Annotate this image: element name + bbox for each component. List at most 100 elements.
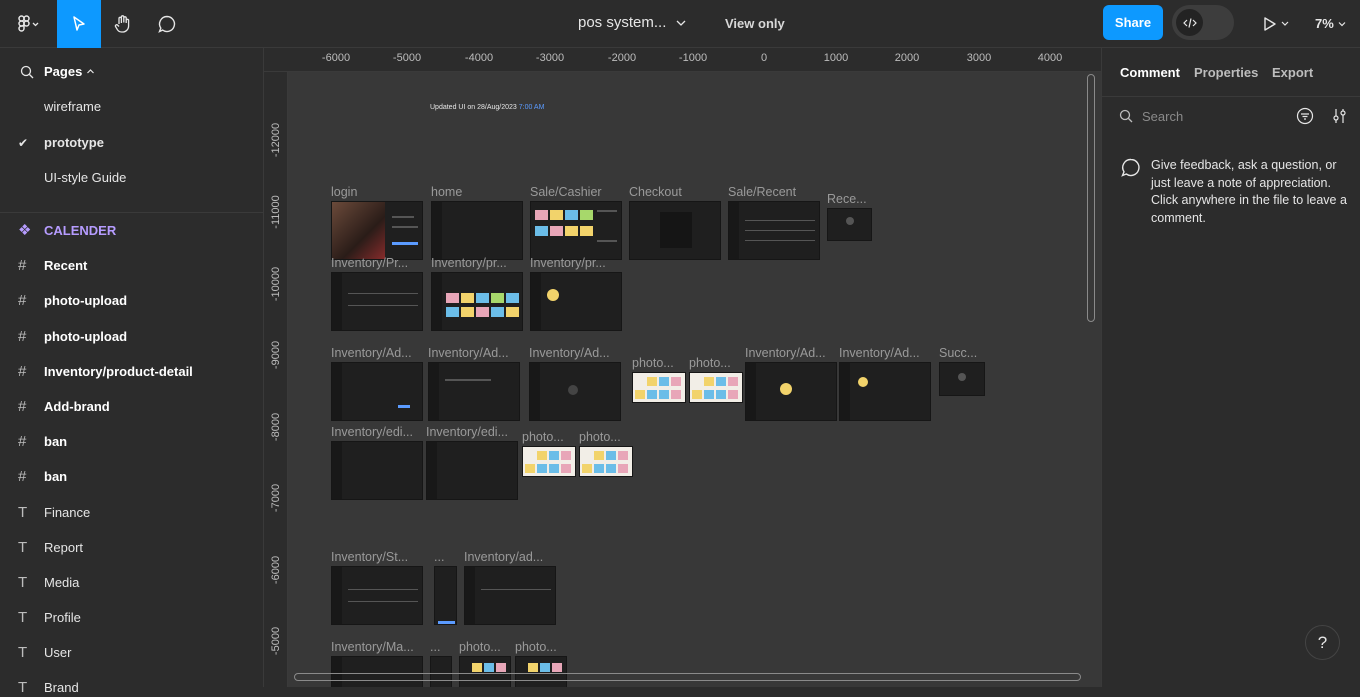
dev-mode-toggle[interactable]	[1172, 5, 1234, 40]
frame-label[interactable]: photo...	[459, 640, 501, 654]
frame-label[interactable]: photo...	[522, 430, 564, 444]
comment-tool-button[interactable]	[145, 0, 189, 48]
frame-label[interactable]: photo...	[689, 356, 731, 370]
frame-label[interactable]: home	[431, 185, 462, 199]
frame-thumbnail[interactable]	[530, 272, 622, 331]
frame-thumbnail[interactable]	[464, 566, 556, 625]
frame-label[interactable]: Inventory/pr...	[530, 256, 606, 270]
frame-thumbnail[interactable]	[839, 362, 931, 421]
component-icon: ❖	[18, 222, 32, 239]
layer-item-recent[interactable]: # Recent	[18, 255, 87, 275]
frame-thumbnail[interactable]	[426, 441, 518, 500]
layer-item-photo-upload-2[interactable]: # photo-upload	[18, 326, 127, 346]
page-item-ui-style-guide[interactable]: UI-style Guide	[44, 170, 126, 185]
frame-thumbnail[interactable]	[515, 656, 567, 687]
frame-label[interactable]: login	[331, 185, 357, 199]
frame-label[interactable]: Checkout	[629, 185, 682, 199]
frame-label[interactable]: Inventory/Ad...	[745, 346, 826, 360]
frame-label[interactable]: Inventory/Ad...	[428, 346, 509, 360]
frame-thumbnail[interactable]	[530, 201, 622, 260]
frame-thumbnail[interactable]	[431, 272, 523, 331]
frame-label[interactable]: Inventory/edi...	[426, 425, 508, 439]
layer-item-add-brand[interactable]: # Add-brand	[18, 396, 110, 416]
frame-label[interactable]: Inventory/Ad...	[839, 346, 920, 360]
frame-thumbnail[interactable]	[522, 446, 576, 477]
file-title[interactable]: pos system...	[578, 14, 686, 31]
frame-thumbnail[interactable]	[939, 362, 985, 396]
canvas[interactable]: Updated UI on 28/Aug/2023 7:00 AM login …	[288, 72, 1101, 687]
frame-label[interactable]: Rece...	[827, 192, 867, 206]
frame-thumbnail[interactable]	[728, 201, 820, 260]
frame-thumbnail[interactable]	[430, 656, 452, 687]
layer-item-user[interactable]: T User	[18, 642, 71, 662]
frame-label[interactable]: Sale/Recent	[728, 185, 796, 199]
frame-thumbnail[interactable]	[331, 656, 423, 687]
filter-icon[interactable]	[1296, 107, 1314, 125]
layer-item-inventory-product-detail[interactable]: # Inventory/product-detail	[18, 361, 193, 381]
frame-label[interactable]: Inventory/edi...	[331, 425, 413, 439]
frame-label[interactable]: Inventory/ad...	[464, 550, 543, 564]
share-button[interactable]: Share	[1103, 5, 1163, 40]
frame-thumbnail[interactable]	[434, 566, 457, 625]
main-menu-button[interactable]	[8, 0, 48, 48]
frame-thumbnail[interactable]	[331, 272, 423, 331]
page-item-prototype[interactable]: prototype	[44, 135, 104, 150]
frame-thumbnail[interactable]	[331, 362, 423, 421]
layer-item-media[interactable]: T Media	[18, 572, 79, 592]
settings-sliders-icon[interactable]	[1331, 107, 1349, 125]
page-item-wireframe[interactable]: wireframe	[44, 99, 101, 114]
frame-label[interactable]: Inventory/Ad...	[529, 346, 610, 360]
frame-thumbnail[interactable]	[689, 372, 743, 403]
product-thumbs	[635, 390, 681, 399]
horizontal-scrollbar[interactable]	[294, 673, 1081, 681]
frame-thumbnail[interactable]	[629, 201, 721, 260]
layer-item-brand[interactable]: T Brand	[18, 677, 79, 697]
layer-item-calender[interactable]: ❖ CALENDER	[18, 220, 116, 240]
frame-label[interactable]: Inventory/pr...	[431, 256, 507, 270]
frame-thumbnail[interactable]	[428, 362, 520, 421]
comment-search-input[interactable]: Search	[1142, 109, 1183, 124]
frame-line	[348, 305, 418, 306]
frame-thumbnail[interactable]	[331, 441, 423, 500]
help-button[interactable]: ?	[1305, 625, 1340, 660]
frame-thumbnail[interactable]	[529, 362, 621, 421]
tab-comment[interactable]: Comment	[1120, 65, 1180, 80]
layer-label: CALENDER	[44, 222, 117, 238]
hand-tool-button[interactable]	[101, 0, 145, 48]
frame-thumbnail[interactable]	[431, 201, 523, 260]
frame-thumbnail[interactable]	[745, 362, 837, 421]
pages-header[interactable]: Pages	[20, 64, 95, 79]
frame-label[interactable]: Inventory/Ad...	[331, 346, 412, 360]
frame-label[interactable]: Inventory/Ma...	[331, 640, 414, 654]
move-tool-button[interactable]	[57, 0, 101, 48]
frame-label[interactable]: photo...	[579, 430, 621, 444]
present-button[interactable]	[1255, 0, 1295, 48]
layer-item-ban[interactable]: # ban	[18, 431, 67, 451]
frame-thumbnail[interactable]	[331, 566, 423, 625]
frame-thumbnail[interactable]	[459, 656, 511, 687]
frame-label[interactable]: photo...	[515, 640, 557, 654]
frame-label[interactable]: photo...	[632, 356, 674, 370]
frame-label[interactable]: ...	[434, 550, 444, 564]
layer-item-report[interactable]: T Report	[18, 537, 83, 557]
frame-line	[745, 240, 815, 241]
frame-label[interactable]: Inventory/Pr...	[331, 256, 408, 270]
frame-thumbnail[interactable]	[331, 201, 423, 260]
frame-sidebar	[432, 273, 442, 330]
toolbar: pos system... View only Share 7%	[0, 0, 1360, 48]
layer-item-photo-upload[interactable]: # photo-upload	[18, 290, 127, 310]
frame-thumbnail[interactable]	[632, 372, 686, 403]
frame-label[interactable]: ...	[430, 640, 440, 654]
frame-label[interactable]: Succ...	[939, 346, 977, 360]
layer-item-ban-2[interactable]: # ban	[18, 466, 67, 486]
zoom-control[interactable]: 7%	[1315, 16, 1347, 31]
frame-thumbnail[interactable]	[827, 208, 872, 241]
frame-label[interactable]: Sale/Cashier	[530, 185, 602, 199]
tab-export[interactable]: Export	[1272, 65, 1313, 80]
layer-item-finance[interactable]: T Finance	[18, 502, 90, 522]
tab-properties[interactable]: Properties	[1194, 65, 1258, 80]
vertical-scrollbar[interactable]	[1087, 74, 1095, 322]
layer-item-profile[interactable]: T Profile	[18, 607, 81, 627]
frame-label[interactable]: Inventory/St...	[331, 550, 408, 564]
frame-thumbnail[interactable]	[579, 446, 633, 477]
